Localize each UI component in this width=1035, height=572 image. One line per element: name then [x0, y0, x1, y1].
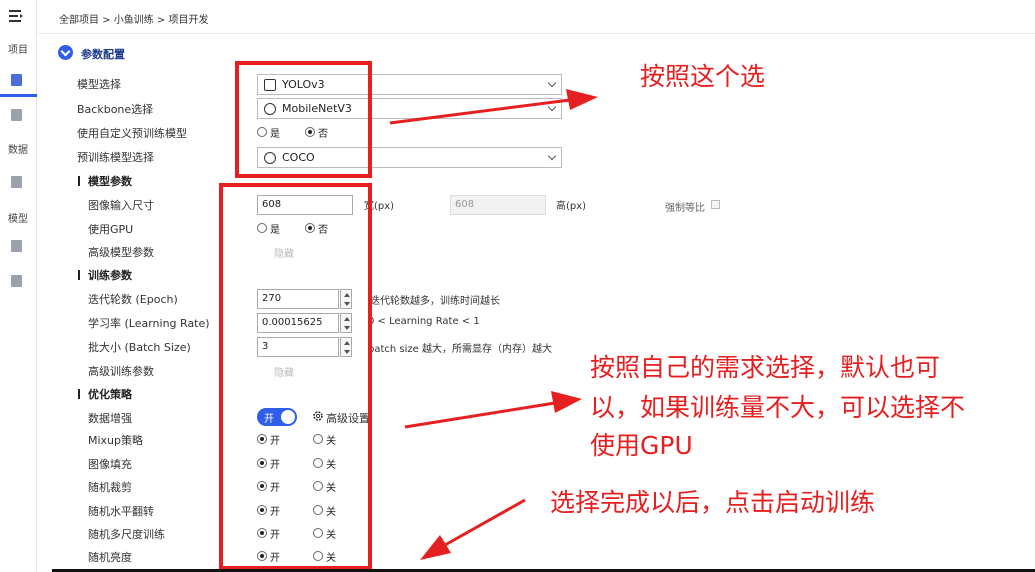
annotation-arrows — [389, 89, 598, 560]
arrow-line-2 — [404, 401, 556, 429]
annotation-3: 选择完成以后，点击启动训练 — [550, 488, 876, 517]
arrowhead-2 — [551, 391, 582, 413]
annotation-2-line2: 以，如果训练量不大，可以选择不 — [590, 393, 966, 422]
arrow-line-1 — [389, 98, 571, 125]
arrow-line-3 — [444, 498, 526, 547]
arrowhead-3 — [420, 535, 451, 560]
arrowhead-1 — [566, 89, 598, 110]
annotation-2-line1: 按照自己的需求选择，默认也可 — [590, 353, 941, 382]
annotation-1: 按照这个选 — [640, 62, 766, 91]
annotation-2-line3: 使用GPU — [590, 431, 693, 460]
